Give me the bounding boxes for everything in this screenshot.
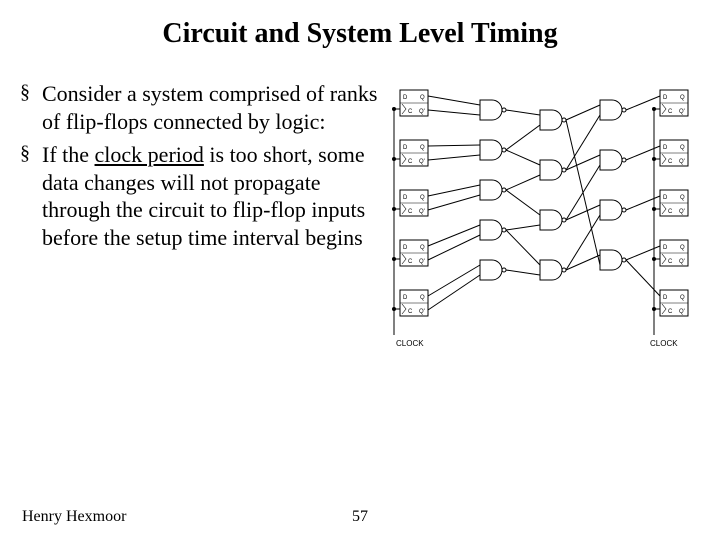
- svg-text:D: D: [403, 195, 408, 201]
- svg-text:D: D: [403, 295, 408, 301]
- svg-text:D: D: [663, 145, 668, 151]
- bullet-1-text: Consider a system comprised of ranks of …: [42, 81, 377, 134]
- svg-text:C: C: [408, 309, 413, 315]
- svg-text:Q': Q': [679, 209, 685, 215]
- svg-text:Q: Q: [680, 195, 685, 201]
- circuit-diagram: D Q C Q' D Q C Q' D Q C Q' D Q: [380, 80, 700, 420]
- svg-text:C: C: [408, 159, 413, 165]
- svg-text:Q': Q': [419, 259, 425, 265]
- svg-text:Q': Q': [679, 259, 685, 265]
- svg-text:D: D: [663, 295, 668, 301]
- svg-text:C: C: [668, 159, 673, 165]
- svg-text:C: C: [668, 209, 673, 215]
- ff-label-q: Q: [420, 95, 425, 101]
- svg-text:Q: Q: [680, 145, 685, 151]
- ff-label-qbar: Q': [419, 109, 425, 115]
- svg-text:C: C: [668, 309, 673, 315]
- svg-text:C: C: [408, 209, 413, 215]
- slide-content: Consider a system comprised of ranks of …: [0, 50, 720, 420]
- svg-text:Q': Q': [419, 159, 425, 165]
- clock-label-right: CLOCK: [650, 339, 678, 348]
- ff-label-c: C: [408, 109, 413, 115]
- svg-text:C: C: [668, 259, 673, 265]
- clock-label-left: CLOCK: [396, 339, 424, 348]
- svg-text:Q': Q': [679, 309, 685, 315]
- bullet-1: Consider a system comprised of ranks of …: [20, 80, 380, 135]
- svg-text:Q: Q: [420, 295, 425, 301]
- svg-text:Q': Q': [419, 209, 425, 215]
- svg-text:D: D: [403, 145, 408, 151]
- footer-page: 57: [352, 508, 368, 526]
- svg-text:D: D: [663, 195, 668, 201]
- bullet-2: If the clock period is too short, some d…: [20, 141, 380, 251]
- ff-label-d: D: [403, 95, 408, 101]
- svg-text:Q': Q': [679, 159, 685, 165]
- svg-text:Q': Q': [419, 309, 425, 315]
- svg-text:Q: Q: [420, 245, 425, 251]
- svg-text:C: C: [668, 109, 673, 115]
- bullet-2-pre: If the: [42, 142, 95, 167]
- svg-text:Q: Q: [420, 145, 425, 151]
- svg-text:Q: Q: [680, 245, 685, 251]
- slide-title: Circuit and System Level Timing: [0, 0, 720, 50]
- svg-text:Q: Q: [680, 95, 685, 101]
- svg-text:Q: Q: [680, 295, 685, 301]
- bullet-2-underline: clock period: [95, 142, 204, 167]
- svg-text:Q: Q: [420, 195, 425, 201]
- svg-text:Q': Q': [679, 109, 685, 115]
- svg-text:D: D: [663, 245, 668, 251]
- svg-text:C: C: [408, 259, 413, 265]
- footer-author: Henry Hexmoor: [22, 508, 126, 526]
- bullet-list: Consider a system comprised of ranks of …: [20, 80, 380, 420]
- svg-text:D: D: [403, 245, 408, 251]
- svg-text:D: D: [663, 95, 668, 101]
